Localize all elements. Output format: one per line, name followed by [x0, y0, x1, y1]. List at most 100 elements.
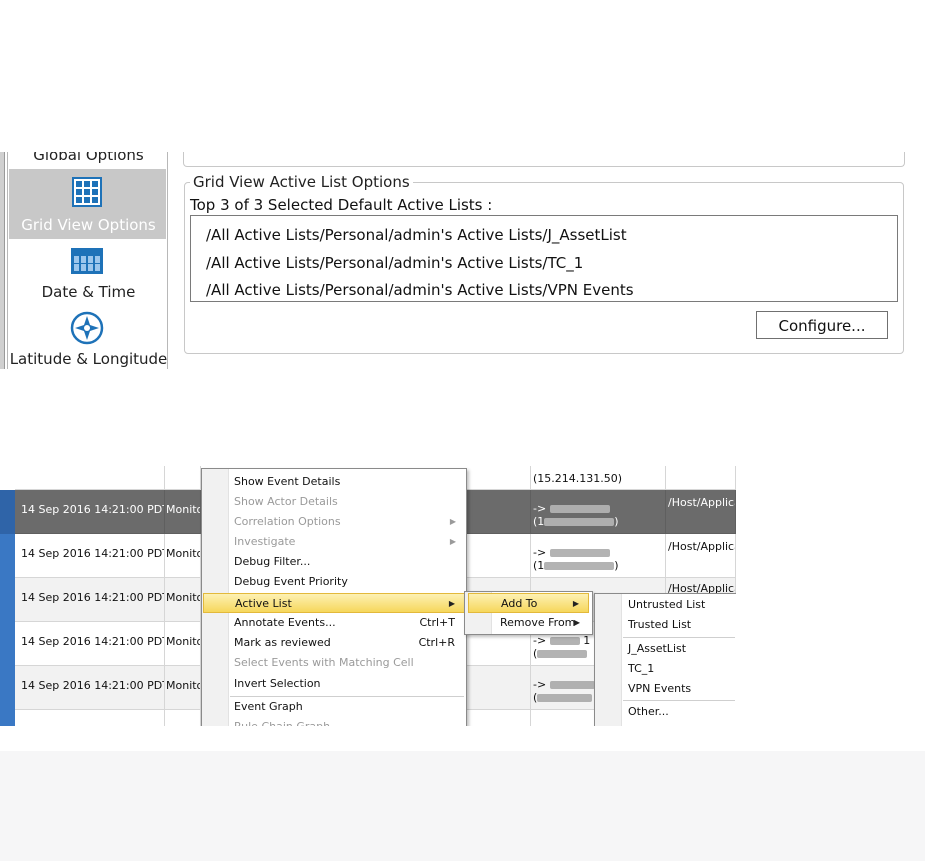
- address-arrow: ->: [533, 546, 547, 559]
- name-cell[interactable]: Monito: [165, 666, 201, 710]
- menu-item-label: Rule Chain Graph: [234, 717, 330, 726]
- name-cell[interactable]: Monito: [165, 534, 201, 578]
- menu-item-invert-selection[interactable]: Invert Selection: [203, 674, 465, 694]
- sidebar-item-date-time[interactable]: Date & Time: [9, 242, 166, 304]
- menu-item-mark-as-reviewed[interactable]: Mark as reviewed Ctrl+R: [203, 633, 465, 653]
- redacted-value: [544, 562, 615, 570]
- menu-item-label: Other...: [628, 705, 669, 718]
- menu-item-label: Show Actor Details: [234, 495, 338, 508]
- submenu-arrow-icon: ▶: [572, 599, 579, 608]
- address-close: ): [614, 559, 619, 572]
- menu-item-correlation-options[interactable]: Correlation Options ▶: [203, 512, 465, 532]
- options-sidebar: Global Options Grid View Options Date & …: [7, 152, 168, 369]
- sidebar-item-global-options[interactable]: Global Options: [9, 152, 166, 170]
- address-arrow: ->: [533, 634, 547, 647]
- menu-item-vpn-events[interactable]: VPN Events: [596, 679, 736, 699]
- menu-item-untrusted-list[interactable]: Untrusted List: [596, 595, 736, 615]
- path-cell[interactable]: /Host/Applica: [666, 490, 736, 534]
- menu-item-label: Select Events with Matching Cell: [234, 656, 414, 669]
- footer-bar: [0, 751, 925, 861]
- menu-separator: [623, 637, 735, 638]
- time-cell[interactable]: 14 Sep 2016 14:21:00 PDT: [15, 666, 165, 710]
- calendar-icon: [71, 248, 103, 274]
- menu-item-debug-filter[interactable]: Debug Filter...: [203, 552, 465, 572]
- sidebar-item-label: Global Options: [33, 152, 144, 164]
- menu-item-shortcut: Ctrl+T: [419, 616, 455, 629]
- name-cell[interactable]: Monito: [165, 578, 201, 622]
- path-cell[interactable]: /Host/Applica: [666, 534, 736, 578]
- menu-item-remove-from[interactable]: Remove From ▶: [468, 613, 589, 633]
- redacted-value: [544, 518, 615, 526]
- time-cell[interactable]: 14 Sep 2016 14:21:00 PDT: [15, 578, 165, 622]
- address-cell[interactable]: -> (1): [531, 490, 666, 534]
- menu-item-label: Debug Filter...: [234, 555, 311, 568]
- menu-item-trusted-list[interactable]: Trusted List: [596, 615, 736, 635]
- address-open: (1: [533, 515, 545, 528]
- sidebar-item-label: Grid View Options: [21, 216, 156, 234]
- menu-item-label: Debug Event Priority: [234, 575, 348, 588]
- window-left-border: [0, 152, 5, 369]
- time-cell[interactable]: 14 Sep 2016 14:21:00 PDT: [15, 622, 165, 666]
- sidebar-item-latitude-longitude[interactable]: Latitude & Longitude: [9, 307, 168, 369]
- menu-item-label: J_AssetList: [628, 642, 687, 655]
- menu-item-label: Annotate Events...: [234, 616, 336, 629]
- redacted-value: [549, 637, 580, 645]
- menu-separator: [623, 700, 735, 701]
- menu-item-tc-1[interactable]: TC_1: [596, 659, 736, 679]
- menu-item-label: Invert Selection: [234, 677, 321, 690]
- menu-item-label: Add To: [501, 597, 538, 610]
- address-close: ): [614, 515, 619, 528]
- list-item[interactable]: /All Active Lists/Personal/admin's Activ…: [206, 281, 634, 299]
- submenu-arrow-icon: ▶: [448, 599, 455, 608]
- menu-item-label: Investigate: [234, 535, 296, 548]
- events-grid: (15.214.131.50) 14 Sep 2016 14:21:00 PDT…: [0, 466, 736, 726]
- redacted-value: [549, 681, 595, 689]
- menu-item-label: Event Graph: [234, 700, 303, 713]
- redacted-value: [549, 505, 610, 513]
- address-open: (1: [533, 559, 545, 572]
- list-item[interactable]: /All Active Lists/Personal/admin's Activ…: [206, 226, 627, 244]
- group-title: Grid View Active List Options: [190, 173, 413, 191]
- menu-item-label: Mark as reviewed: [234, 636, 331, 649]
- selected-active-lists-box[interactable]: /All Active Lists/Personal/admin's Activ…: [190, 215, 898, 302]
- menu-item-investigate[interactable]: Investigate ▶: [203, 532, 465, 552]
- menu-item-show-event-details[interactable]: Show Event Details: [203, 472, 465, 492]
- menu-item-label: Trusted List: [628, 618, 692, 631]
- menu-item-label: Show Event Details: [234, 475, 341, 488]
- sidebar-item-label: Latitude & Longitude: [9, 350, 168, 368]
- list-item[interactable]: /All Active Lists/Personal/admin's Activ…: [206, 254, 583, 272]
- menu-item-other[interactable]: Other...: [596, 702, 736, 722]
- menu-item-shortcut: Ctrl+R: [418, 636, 455, 649]
- submenu-arrow-icon: ▶: [573, 618, 580, 627]
- submenu-arrow-icon: ▶: [449, 517, 456, 526]
- menu-item-event-graph[interactable]: Event Graph: [203, 697, 465, 717]
- sidebar-item-grid-view-options[interactable]: Grid View Options: [9, 169, 166, 239]
- address-cell[interactable]: -> (1): [531, 534, 666, 578]
- menu-item-add-to[interactable]: Add To ▶: [468, 593, 589, 613]
- name-cell[interactable]: Monito: [165, 622, 201, 666]
- event-context-menu: Show Event Details Show Actor Details Co…: [201, 468, 467, 726]
- configure-button[interactable]: Configure...: [756, 311, 888, 339]
- menu-item-label: Correlation Options: [234, 515, 341, 528]
- address-close: 1: [583, 634, 591, 647]
- name-cell[interactable]: Monito: [165, 490, 201, 534]
- ip-address-cell[interactable]: (15.214.131.50): [531, 466, 666, 490]
- menu-item-label: Active List: [235, 597, 292, 610]
- submenu-arrow-icon: ▶: [449, 537, 456, 546]
- menu-item-active-list[interactable]: Active List ▶: [203, 593, 465, 613]
- menu-item-debug-event-priority[interactable]: Debug Event Priority: [203, 572, 465, 592]
- time-cell[interactable]: 14 Sep 2016 14:21:00 PDT: [15, 490, 165, 534]
- previous-group-box-frame: [183, 152, 905, 167]
- menu-item-annotate-events[interactable]: Annotate Events... Ctrl+T: [203, 613, 465, 633]
- menu-item-show-actor-details[interactable]: Show Actor Details: [203, 492, 465, 512]
- redacted-value: [549, 549, 610, 557]
- menu-item-select-events-matching-cell[interactable]: Select Events with Matching Cell: [203, 653, 465, 673]
- menu-item-j-assetlist[interactable]: J_AssetList: [596, 639, 736, 659]
- menu-item-label: TC_1: [628, 662, 655, 675]
- menu-item-label: Remove From: [500, 616, 576, 629]
- menu-item-rule-chain-graph[interactable]: Rule Chain Graph: [203, 717, 465, 726]
- time-cell[interactable]: 14 Sep 2016 14:21:00 PDT: [15, 534, 165, 578]
- address-arrow: ->: [533, 678, 547, 691]
- address-arrow: ->: [533, 502, 547, 515]
- active-list-submenu: Add To ▶ Remove From ▶: [464, 591, 593, 635]
